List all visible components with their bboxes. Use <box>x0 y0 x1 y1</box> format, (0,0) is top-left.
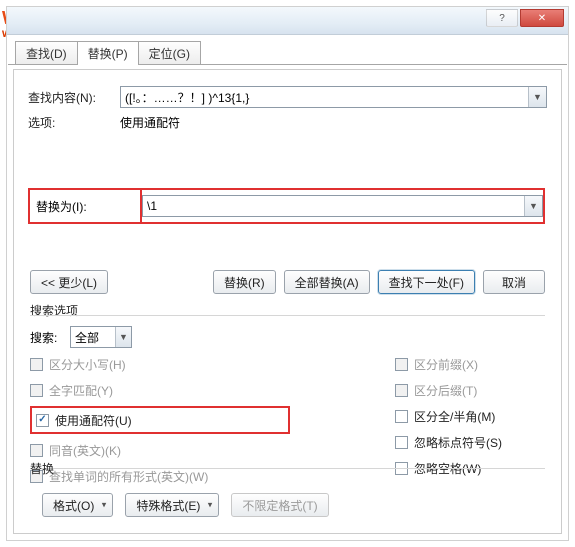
use-wildcards-checkbox[interactable] <box>36 414 49 427</box>
ignore-punct-label: 忽略标点符号(S) <box>414 434 502 451</box>
use-wildcards-highlight: 使用通配符(U) <box>30 406 290 434</box>
search-direction-label: 搜索: <box>30 329 70 346</box>
format-button-row: 格式(O) 特殊格式(E) 不限定格式(T) <box>42 493 329 517</box>
search-direction-value: 全部 <box>71 329 115 346</box>
dialog-window: ? ✕ 查找(D) 替换(P) 定位(G) 查找内容(N): ▼ 选项: 使用通… <box>6 6 569 541</box>
cancel-button[interactable]: 取消 <box>483 270 545 294</box>
sounds-like-label: 同音(英文)(K) <box>49 442 121 459</box>
title-bar: ? ✕ <box>7 7 568 35</box>
replace-value-highlight: ▼ <box>140 188 545 224</box>
replace-input[interactable]: ▼ <box>142 195 543 217</box>
ignore-punct-checkbox[interactable] <box>395 436 408 449</box>
format-button[interactable]: 格式(O) <box>42 493 113 517</box>
special-button[interactable]: 特殊格式(E) <box>125 493 219 517</box>
tab-replace[interactable]: 替换(P) <box>77 41 139 65</box>
replace-with-highlight: 替换为(I): <box>28 188 142 224</box>
search-options-title: 搜索选项 <box>30 302 78 319</box>
replace-label: 替换为(I): <box>36 198 87 215</box>
suffix-label: 区分后缀(T) <box>414 382 477 399</box>
prefix-label: 区分前缀(X) <box>414 356 478 373</box>
replace-all-button[interactable]: 全部替换(A) <box>284 270 370 294</box>
replace-section-title: 替换 <box>30 460 54 477</box>
sounds-like-checkbox <box>30 444 43 457</box>
replace-input-field[interactable] <box>143 197 524 215</box>
suffix-checkbox <box>395 384 408 397</box>
less-button[interactable]: << 更少(L) <box>30 270 108 294</box>
replace-dropdown-arrow[interactable]: ▼ <box>524 196 542 216</box>
find-input-field[interactable] <box>121 88 528 106</box>
tab-goto[interactable]: 定位(G) <box>138 41 201 65</box>
help-button[interactable]: ? <box>486 9 518 27</box>
all-forms-label: 查找单词的所有形式(英文)(W) <box>49 468 208 485</box>
search-direction-arrow[interactable]: ▼ <box>115 327 131 347</box>
tab-find[interactable]: 查找(D) <box>15 41 78 65</box>
find-next-button[interactable]: 查找下一处(F) <box>378 270 475 294</box>
use-wildcards-label: 使用通配符(U) <box>55 412 132 429</box>
find-dropdown-arrow[interactable]: ▼ <box>528 87 546 107</box>
match-case-label: 区分大小写(H) <box>49 356 126 373</box>
find-label: 查找内容(N): <box>28 89 120 106</box>
separator-1 <box>30 315 545 316</box>
width-checkbox[interactable] <box>395 410 408 423</box>
close-button[interactable]: ✕ <box>520 9 564 27</box>
tab-strip: 查找(D) 替换(P) 定位(G) <box>15 43 200 65</box>
options-label: 选项: <box>28 114 120 131</box>
whole-word-label: 全字匹配(Y) <box>49 382 113 399</box>
button-row: << 更少(L) 替换(R) 全部替换(A) 查找下一处(F) 取消 <box>30 270 545 294</box>
prefix-checkbox <box>395 358 408 371</box>
options-value: 使用通配符 <box>120 114 180 131</box>
match-case-checkbox <box>30 358 43 371</box>
no-format-button: 不限定格式(T) <box>231 493 328 517</box>
separator-2 <box>30 468 545 469</box>
width-label: 区分全/半角(M) <box>414 408 495 425</box>
whole-word-checkbox <box>30 384 43 397</box>
replace-button[interactable]: 替换(R) <box>213 270 276 294</box>
dialog-content: 查找内容(N): ▼ 选项: 使用通配符 替换为(I): ▼ << 更少(L) <box>13 69 562 534</box>
search-direction-combo[interactable]: 全部 ▼ <box>70 326 132 348</box>
find-input[interactable]: ▼ <box>120 86 547 108</box>
